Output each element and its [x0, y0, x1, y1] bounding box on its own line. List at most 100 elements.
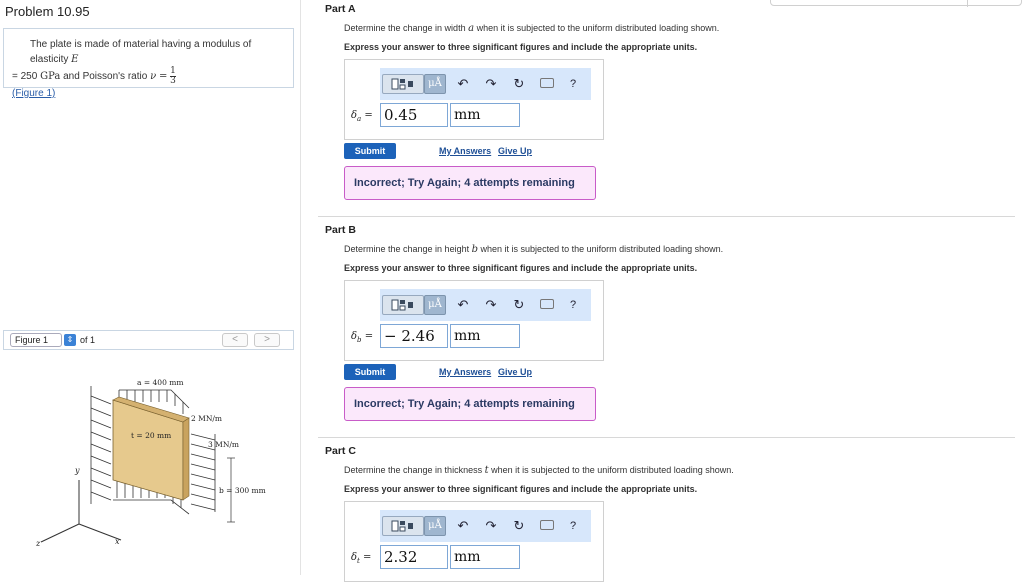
part-c-question-prefix: Determine the change in thickness — [344, 465, 483, 475]
plate-diagram: y x z a = 400 mm 2 MN/m t = 20 mm 3 MN/m… — [35, 378, 266, 548]
part-a-answer-label: δa = — [351, 110, 373, 123]
symbol-nu: ν — [150, 71, 157, 83]
redo-icon[interactable]: ↷ — [482, 515, 500, 537]
part-a-title: Part A — [325, 3, 356, 15]
part-a-unit-input[interactable]: mm — [450, 103, 520, 127]
part-a-question-prefix: Determine the change in width — [344, 23, 466, 33]
part-a-question: Determine the change in width a when it … — [344, 23, 719, 34]
label-3mn: 3 MN/m — [208, 440, 239, 449]
nu-denominator: 3 — [170, 76, 176, 86]
templates-icon — [391, 299, 413, 311]
undo-icon[interactable]: ↶ — [454, 515, 472, 537]
part-b-submit-button[interactable]: Submit — [344, 364, 396, 380]
part-b-answer-box: μÅ ↶ ↷ ↻ ? δb = − 2.46 mm — [344, 280, 604, 361]
prev-figure-button[interactable]: < — [222, 333, 248, 347]
label-a: a = 400 mm — [137, 378, 183, 387]
units-button[interactable]: μÅ — [424, 74, 446, 94]
symbol-E: E — [71, 54, 79, 65]
axis-z-label: z — [35, 539, 41, 548]
part-a-question-suffix: when it is subjected to the uniform dist… — [476, 23, 720, 33]
part-a-my-answers-link[interactable]: My Answers — [439, 146, 491, 156]
part-b-variable: b — [471, 244, 479, 255]
part-a-feedback: Incorrect; Try Again; 4 attempts remaini… — [344, 166, 596, 200]
part-b-my-answers-link[interactable]: My Answers — [439, 367, 491, 377]
label-2mn: 2 MN/m — [191, 414, 222, 423]
part-c-question: Determine the change in thickness t when… — [344, 465, 734, 476]
part-a-math-toolbar: μÅ ↶ ↷ ↻ ? — [380, 68, 591, 100]
units-button[interactable]: μÅ — [424, 516, 446, 536]
statement-mid: and Poisson's ratio — [63, 71, 148, 83]
equals-sign: = — [364, 331, 374, 342]
part-b-math-toolbar: μÅ ↶ ↷ ↻ ? — [380, 289, 591, 321]
part-b-give-up-link[interactable]: Give Up — [498, 367, 532, 377]
part-b-title: Part B — [325, 224, 356, 236]
units-button[interactable]: μÅ — [424, 295, 446, 315]
delta-subscript: t — [357, 557, 360, 565]
part-c-question-suffix: when it is subjected to the uniform dist… — [491, 465, 734, 475]
reset-icon[interactable]: ↻ — [510, 294, 528, 316]
nu-eq: = — [158, 71, 168, 83]
part-c-math-toolbar: μÅ ↶ ↷ ↻ ? — [380, 510, 591, 542]
next-figure-button[interactable]: > — [254, 333, 280, 347]
label-b: b = 300 mm — [219, 486, 266, 495]
help-icon[interactable]: ? — [564, 73, 582, 95]
part-c-answer-box: μÅ ↶ ↷ ↻ ? δt = 2.32 mm — [344, 501, 604, 582]
problem-title: Problem 10.95 — [5, 4, 90, 19]
keyboard-icon[interactable] — [540, 78, 554, 88]
part-a-give-up-link[interactable]: Give Up — [498, 146, 532, 156]
delta-subscript: b — [357, 336, 362, 344]
part-b-answer-label: δb = — [351, 331, 373, 344]
keyboard-icon[interactable] — [540, 520, 554, 530]
figure-link[interactable]: (Figure 1) — [12, 88, 55, 99]
part-b-question: Determine the change in height b when it… — [344, 244, 723, 255]
templates-button[interactable] — [382, 516, 424, 536]
divider-b-c — [318, 437, 1015, 438]
templates-button[interactable] — [382, 74, 424, 94]
select-arrow-icon[interactable]: ⇕ — [64, 334, 76, 346]
equals-sign: = — [363, 552, 372, 563]
keyboard-icon[interactable] — [540, 299, 554, 309]
part-c-unit-input[interactable]: mm — [450, 545, 520, 569]
part-a-answer-box: μÅ ↶ ↷ ↻ ? δa = 0.45 mm — [344, 59, 604, 140]
help-icon[interactable]: ? — [564, 294, 582, 316]
undo-icon[interactable]: ↶ — [454, 73, 472, 95]
part-b-question-prefix: Determine the change in height — [344, 244, 470, 254]
part-b-feedback: Incorrect; Try Again; 4 attempts remaini… — [344, 387, 596, 421]
nu-fraction: 1 3 — [170, 67, 176, 86]
statement-eq: = 250 — [12, 71, 38, 83]
equals-sign: = — [364, 110, 373, 121]
templates-icon — [391, 78, 413, 90]
label-t: t = 20 mm — [131, 431, 171, 440]
part-a-variable: a — [468, 23, 475, 34]
part-c-answer-label: δt = — [351, 552, 371, 565]
part-c-title: Part C — [325, 445, 356, 457]
figure-select[interactable]: Figure 1 — [10, 333, 62, 347]
part-b-question-suffix: when it is subjected to the uniform dist… — [480, 244, 724, 254]
statement-text: The plate is made of material having a m… — [30, 39, 252, 65]
redo-icon[interactable]: ↷ — [482, 73, 500, 95]
reset-icon[interactable]: ↻ — [510, 515, 528, 537]
redo-icon[interactable]: ↷ — [482, 294, 500, 316]
reset-icon[interactable]: ↻ — [510, 73, 528, 95]
axes — [40, 480, 122, 543]
parts-panel: Part A Determine the change in width a w… — [318, 0, 1018, 582]
part-a-submit-button[interactable]: Submit — [344, 143, 396, 159]
help-icon[interactable]: ? — [564, 515, 582, 537]
figure-navigation-bar: Figure 1 ⇕ of 1 < > — [3, 330, 294, 350]
part-a-value-input[interactable]: 0.45 — [380, 103, 448, 127]
part-b-value-input[interactable]: − 2.46 — [380, 324, 448, 348]
part-a-instruction: Express your answer to three significant… — [344, 42, 698, 52]
templates-icon — [391, 520, 413, 532]
part-c-instruction: Express your answer to three significant… — [344, 484, 698, 494]
delta-subscript: a — [357, 115, 362, 123]
part-c-variable: t — [484, 465, 489, 476]
part-b-instruction: Express your answer to three significant… — [344, 263, 698, 273]
templates-button[interactable] — [382, 295, 424, 315]
part-c-value-input[interactable]: 2.32 — [380, 545, 448, 569]
problem-panel: Problem 10.95 The plate is made of mater… — [0, 0, 300, 575]
unit-gpa: GPa — [40, 71, 61, 83]
figure-image: y x z a = 400 mm 2 MN/m t = 20 mm 3 MN/m… — [3, 352, 294, 575]
undo-icon[interactable]: ↶ — [454, 294, 472, 316]
figure-count: of 1 — [80, 335, 96, 345]
part-b-unit-input[interactable]: mm — [450, 324, 520, 348]
